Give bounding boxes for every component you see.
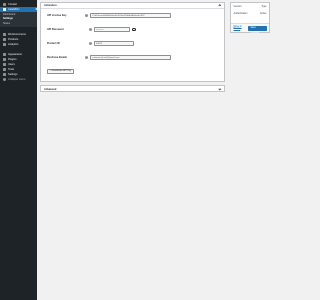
panel-title: Activation [44, 4, 57, 7]
products-icon [3, 38, 6, 41]
admin-sidebar: Contact CeteMCU Dashboard Settings Statu… [0, 0, 37, 300]
help-icon[interactable]: ? [85, 14, 89, 17]
side-row: Authorization Active [231, 10, 269, 17]
field-label: API Password [47, 28, 64, 31]
settings-icon [3, 73, 6, 76]
api-license-key-input[interactable]: C5b04aaeab8d4bfd4ae6e2fe5ba09d9dd4bbfaa6… [90, 13, 171, 18]
menu-item-label: Products [8, 38, 19, 41]
license-key-row: API License Key ? C5b04aaeab8d4bfd4ae6e2… [47, 13, 171, 18]
field-label: Purchase Emails [47, 56, 68, 59]
menu-item-label: Collapse menu [8, 78, 26, 81]
eye-icon[interactable] [131, 28, 136, 31]
analytics-icon [3, 43, 6, 46]
api-password-input[interactable]: •••••••••• [94, 27, 130, 32]
purchase-email-row: Purchase Emails ? customer@mail@gmail.co… [47, 55, 171, 60]
panel-title: Advanced [44, 87, 57, 91]
tools-icon [3, 68, 6, 71]
menu-item-label: Users [8, 63, 15, 66]
menu-item-collapse[interactable]: Collapse menu [0, 77, 37, 82]
product-id-row: Product ID ? 00025 [47, 41, 171, 46]
menu-item-analytics[interactable]: Analytics [0, 42, 37, 47]
mail-icon [3, 3, 6, 6]
activation-panel-header[interactable]: Activation [41, 3, 224, 9]
activation-panel: Activation API License Key ? C5b04aaeab8… [40, 2, 225, 82]
help-icon[interactable]: ? [89, 28, 92, 31]
submenu: Dashboard Settings Status [0, 12, 37, 27]
users-icon [3, 63, 6, 66]
side-row-label: Version [233, 5, 242, 8]
menu-item-label: Settings [8, 73, 18, 76]
appearance-icon [3, 53, 6, 56]
menu-item-label: CeteMCU [8, 8, 20, 11]
side-row-value: Active [259, 12, 267, 15]
product-id-input[interactable]: 00025 [94, 41, 134, 46]
button-label: Deactivate API Key [51, 70, 72, 73]
menu-item-label: Plugins [8, 58, 17, 61]
close-icon: × [49, 70, 51, 73]
password-row: API Password ? •••••••••• [47, 27, 171, 32]
side-panel-footer: Move to Basics Save changes [231, 23, 269, 34]
advanced-panel: Advanced [40, 85, 225, 92]
deactivate-api-key-button[interactable]: × Deactivate API Key [47, 69, 74, 74]
side-row: Version Type [231, 3, 269, 10]
menu-item-cetemcu[interactable]: CeteMCU [0, 7, 37, 12]
woocommerce-icon [3, 33, 6, 36]
menu-item-label: Appearance [8, 53, 22, 56]
advanced-panel-header[interactable]: Advanced [41, 86, 224, 92]
menu-item-label: Contact [8, 3, 17, 6]
chevron-down-icon[interactable] [219, 87, 222, 91]
help-icon[interactable]: ? [89, 42, 92, 45]
submenu-item-status[interactable]: Status [0, 22, 37, 27]
side-row-label: Authorization [233, 12, 248, 15]
menu-item-label: WooCommerce [8, 33, 26, 36]
help-icon[interactable]: ? [85, 56, 89, 59]
field-label: Product ID [47, 42, 60, 45]
collapse-icon [3, 78, 6, 81]
side-info-panel: Version Type Authorization Active Move t… [230, 2, 270, 34]
chevron-up-icon[interactable] [219, 4, 222, 7]
save-changes-button[interactable]: Save changes [248, 25, 267, 34]
menu-item-label: Tools [8, 68, 15, 71]
field-label: API License Key [47, 14, 67, 17]
plugins-icon [3, 58, 6, 61]
menu-item-label: Analytics [8, 43, 19, 46]
side-row-value: Type [261, 5, 267, 8]
move-to-basics-link[interactable]: Move to Basics [234, 26, 249, 30]
plugin-icon [3, 8, 6, 11]
purchase-email-input[interactable]: customer@mail@gmail.com [90, 55, 171, 60]
